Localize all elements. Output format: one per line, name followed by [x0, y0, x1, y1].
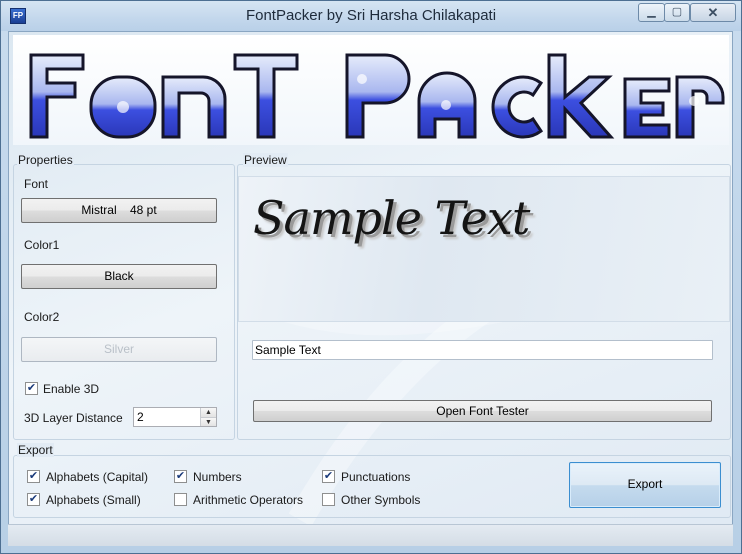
color1-button[interactable]: Black — [21, 264, 217, 289]
punctuations-label: Punctuations — [341, 470, 411, 484]
arithmetic-checkbox[interactable] — [174, 493, 187, 506]
stepper-up-icon[interactable]: ▲ — [200, 408, 216, 417]
checkmark-icon: ✔ — [323, 470, 334, 482]
numbers-checkbox[interactable]: ✔ — [174, 470, 187, 483]
maximize-button[interactable]: ▢ — [664, 3, 690, 22]
export-group-label: Export — [17, 443, 54, 457]
other-symbols-label: Other Symbols — [341, 493, 421, 507]
sample-text-input[interactable] — [253, 341, 712, 359]
status-bar — [8, 524, 733, 546]
enable-3d-label: Enable 3D — [43, 382, 100, 396]
font-label: Font — [24, 177, 49, 191]
numbers-label: Numbers — [193, 470, 242, 484]
title-bar[interactable]: FP FontPacker by Sri Harsha Chilakapati … — [1, 1, 741, 31]
maximize-icon: ▢ — [671, 6, 683, 18]
properties-group-label: Properties — [17, 153, 74, 167]
color2-button[interactable]: Silver — [21, 337, 217, 362]
checkmark-icon: ✔ — [28, 470, 39, 482]
layer-distance-value: 2 — [137, 410, 144, 424]
minimize-button[interactable]: ▁ — [638, 3, 665, 22]
preview-canvas: Sample Text — [238, 176, 730, 322]
layer-distance-label: 3D Layer Distance — [24, 411, 123, 425]
small-label: Alphabets (Small) — [46, 493, 141, 507]
punctuations-checkbox[interactable]: ✔ — [322, 470, 335, 483]
capital-label: Alphabets (Capital) — [46, 470, 149, 484]
checkmark-icon: ✔ — [175, 470, 186, 482]
minimize-icon: ▁ — [647, 6, 656, 18]
close-icon: ✕ — [707, 5, 719, 20]
stepper-down-icon[interactable]: ▼ — [200, 417, 216, 426]
layer-distance-stepper[interactable]: 2 ▲ ▼ — [133, 407, 217, 427]
export-button[interactable]: Export — [569, 462, 721, 508]
small-checkbox[interactable]: ✔ — [27, 493, 40, 506]
window-title: FontPacker by Sri Harsha Chilakapati — [245, 7, 497, 24]
color1-label: Color1 — [24, 238, 60, 252]
capital-checkbox[interactable]: ✔ — [27, 470, 40, 483]
arithmetic-label: Arithmetic Operators — [193, 493, 304, 507]
sample-text-field[interactable] — [252, 340, 713, 360]
other-symbols-checkbox[interactable] — [322, 493, 335, 506]
preview-group-label: Preview — [243, 153, 288, 167]
checkmark-icon: ✔ — [26, 382, 37, 394]
color2-label: Color2 — [24, 310, 60, 324]
close-button[interactable]: ✕ — [690, 3, 736, 22]
logo-banner — [13, 35, 729, 145]
font-packer-logo — [29, 53, 725, 139]
font-select-button[interactable]: Mistral 48 pt — [21, 198, 217, 223]
open-font-tester-button[interactable]: Open Font Tester — [253, 400, 712, 422]
checkmark-icon: ✔ — [28, 493, 39, 505]
preview-sample-text: Sample Text — [253, 191, 530, 245]
enable-3d-checkbox[interactable]: ✔ — [25, 382, 38, 395]
